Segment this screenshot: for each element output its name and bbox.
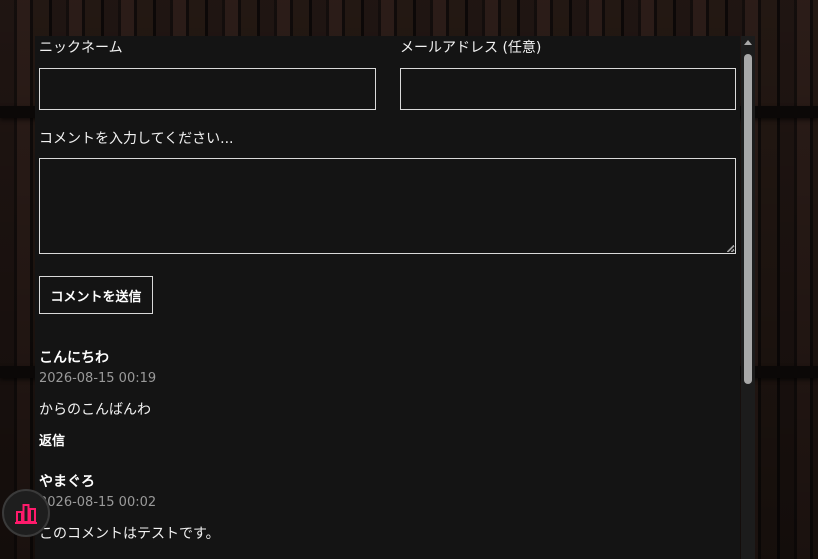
reply-link[interactable]: 返信 [39, 433, 65, 451]
comment-timestamp: 2026-08-15 00:19 [39, 371, 157, 386]
nickname-field[interactable] [39, 68, 376, 110]
comment-item: やまぐろ 2026-08-15 00:02 このコメントはテストです。 [39, 473, 729, 559]
comment-text: からのこんばんわ [39, 402, 151, 418]
scrollbar-thumb[interactable] [744, 54, 752, 384]
nickname-label: ニックネーム [39, 40, 123, 56]
stats-button[interactable] [2, 489, 50, 537]
comment-timestamp: 2026-08-15 00:02 [39, 495, 157, 510]
comment-item: こんにちわ 2026-08-15 00:19 からのこんばんわ 返信 [39, 349, 729, 459]
scroll-up-arrow-icon[interactable] [741, 36, 755, 50]
email-field[interactable] [400, 68, 736, 110]
comment-text: このコメントはテストです。 [39, 526, 220, 542]
email-label: メールアドレス (任意) [400, 40, 542, 56]
comment-panel: ニックネーム メールアドレス (任意) コメントを入力してください... コメン… [35, 36, 740, 559]
submit-comment-button[interactable]: コメントを送信 [39, 276, 153, 314]
comment-label: コメントを入力してください... [39, 131, 234, 147]
resize-grip-icon[interactable] [727, 245, 734, 252]
comment-textarea[interactable] [39, 158, 736, 254]
comment-author: こんにちわ [39, 350, 109, 366]
scrollbar[interactable] [741, 36, 755, 559]
comment-author: やまぐろ [39, 474, 95, 490]
bar-chart-icon [15, 504, 37, 524]
